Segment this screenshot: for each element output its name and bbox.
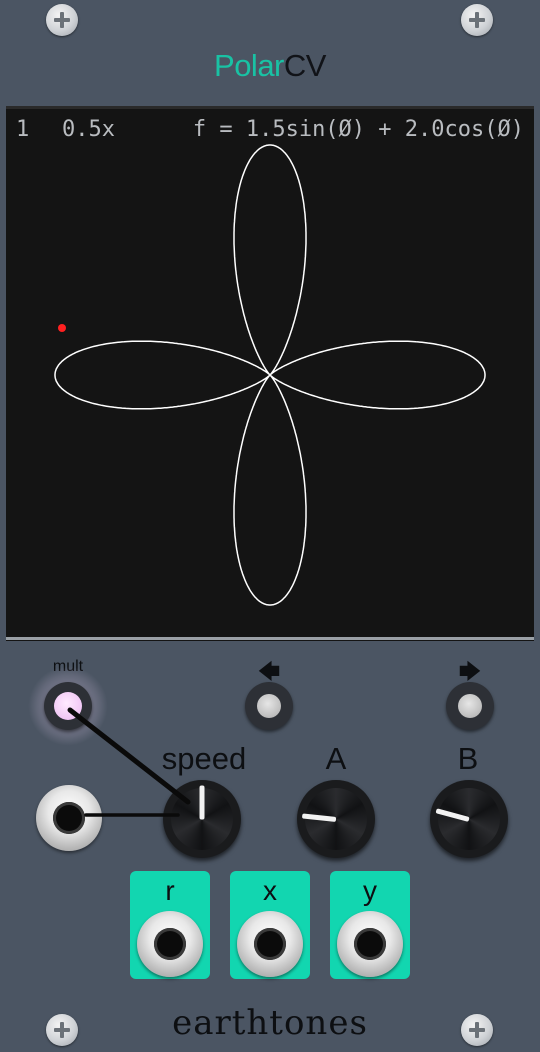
screw-icon [46, 4, 78, 36]
polarcv-module: PolarCV 1 0.5x f = 1.5sin(Ø) + 2.0cos(Ø)… [0, 0, 540, 1052]
module-title: PolarCV [0, 48, 540, 84]
screw-icon [461, 4, 493, 36]
b-knob[interactable] [430, 780, 508, 858]
output-x-label: x [263, 875, 277, 906]
speed-knob[interactable] [163, 780, 241, 858]
next-button[interactable] [446, 682, 494, 730]
output-r-panel: r [130, 871, 210, 979]
output-x-panel: x [230, 871, 310, 979]
title-part-cv: CV [283, 48, 327, 83]
output-y-panel: y [330, 871, 410, 979]
speed-label: speed [161, 741, 247, 776]
polar-curve [54, 144, 486, 606]
title-part-polar: Polar [214, 48, 284, 83]
display-multiplier: 0.5x [62, 117, 115, 142]
brand-logo: earthtones [172, 1003, 368, 1043]
a-knob[interactable] [297, 780, 375, 858]
output-x-jack[interactable] [237, 911, 303, 977]
display-formula: f = 1.5sin(Ø) + 2.0cos(Ø) [192, 117, 524, 142]
output-r-jack[interactable] [137, 911, 203, 977]
prev-button[interactable] [245, 682, 293, 730]
display-divider [6, 637, 534, 640]
a-label: A [325, 741, 347, 776]
output-y-jack[interactable] [337, 911, 403, 977]
output-r-label: r [165, 875, 175, 906]
b-label: B [457, 741, 479, 776]
playhead-dot [58, 324, 66, 332]
speed-cv-input-jack[interactable] [36, 785, 102, 851]
display-index: 1 [16, 117, 30, 142]
module-header: PolarCV [0, 0, 540, 104]
polar-plot [54, 144, 486, 606]
mult-input-jack[interactable] [44, 682, 92, 730]
output-y-label: y [363, 875, 377, 906]
